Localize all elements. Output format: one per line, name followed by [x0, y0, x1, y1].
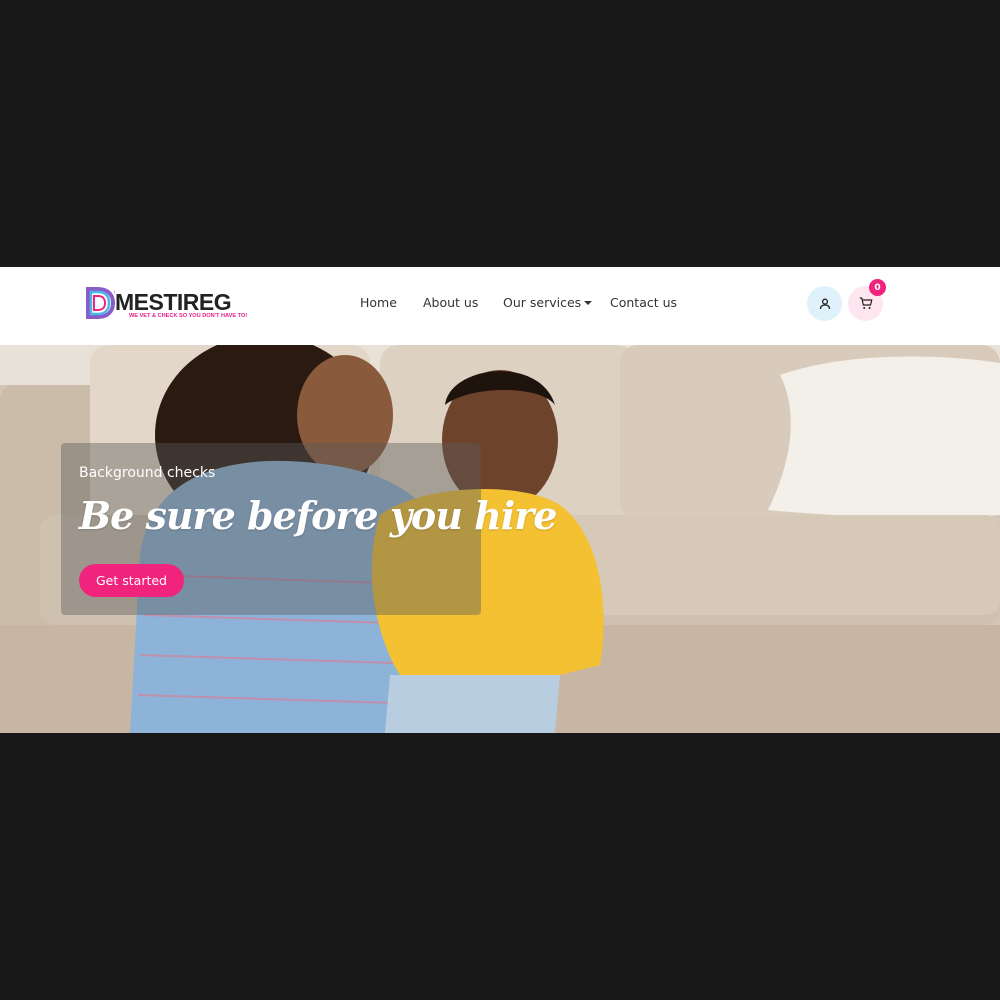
website-frame: MESTIREG WE VET & CHECK SO YOU DON'T HAV… [0, 267, 1000, 733]
logo-d-mark-icon [86, 287, 115, 319]
get-started-button[interactable]: Get started [79, 564, 184, 597]
nav-home[interactable]: Home [360, 295, 397, 310]
site-logo[interactable]: MESTIREG WE VET & CHECK SO YOU DON'T HAV… [85, 286, 253, 322]
navbar: MESTIREG WE VET & CHECK SO YOU DON'T HAV… [0, 267, 1000, 345]
hero-subtitle: Background checks [79, 465, 216, 481]
logo-tagline: WE VET & CHECK SO YOU DON'T HAVE TO! [129, 313, 248, 319]
hero-banner: Background checks Be sure before you hir… [0, 345, 1000, 733]
user-account-button[interactable] [807, 286, 842, 321]
nav-about-us[interactable]: About us [423, 295, 478, 310]
cart-icon [859, 297, 872, 309]
hero-title: Be sure before you hire [79, 493, 557, 538]
nav-our-services-label: Our services [503, 295, 582, 310]
nav-contact-us[interactable]: Contact us [610, 295, 677, 310]
nav-our-services[interactable]: Our services [503, 295, 593, 310]
user-icon [819, 298, 830, 309]
logo-wordmark: MESTIREG [115, 289, 232, 315]
cart-count-badge: 0 [869, 279, 886, 296]
chevron-down-icon [584, 301, 593, 305]
